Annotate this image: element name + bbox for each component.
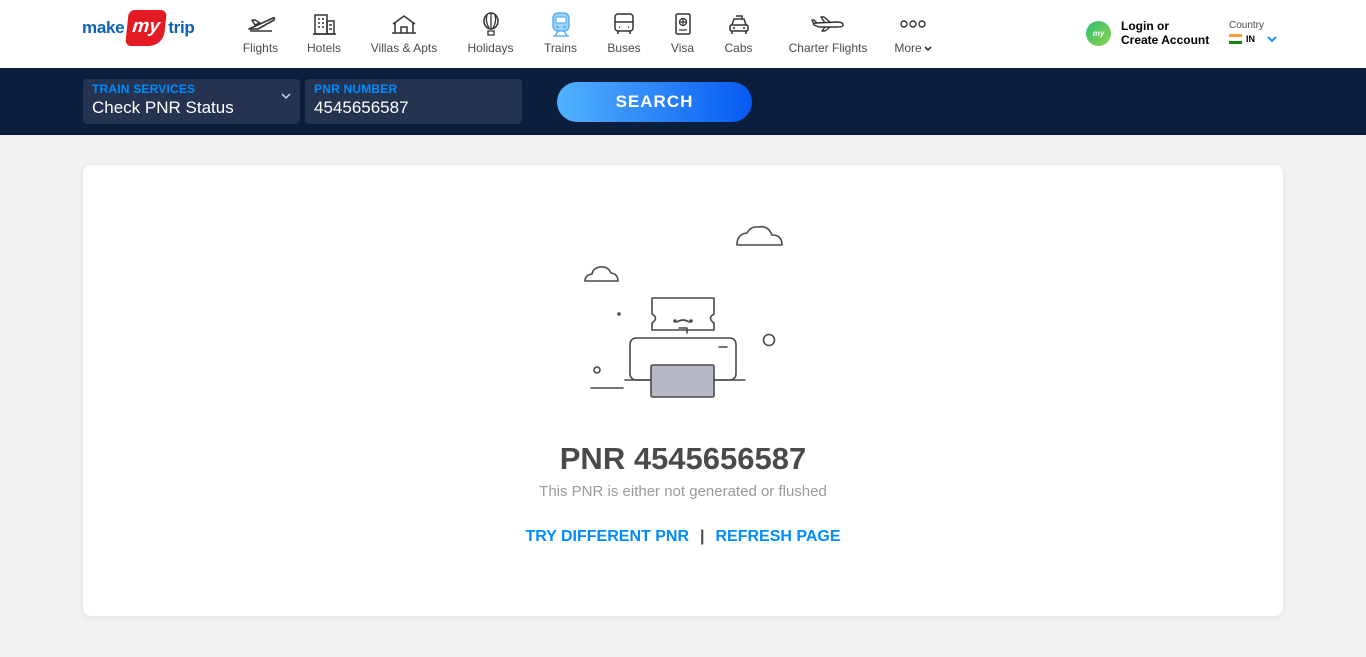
pnr-number-input[interactable]: PNR NUMBER 4545656587 [305, 79, 522, 124]
nav-villas[interactable]: Villas & Apts [359, 0, 449, 68]
search-bar: TRAIN SERVICES Check PNR Status PNR NUMB… [0, 68, 1366, 135]
nav-label: More [894, 41, 922, 55]
train-icon [545, 11, 577, 37]
train-services-dropdown[interactable]: TRAIN SERVICES Check PNR Status [83, 79, 300, 124]
top-header: make my trip Flights Hotels Villas & Apt… [0, 0, 1366, 68]
logo-make: make [82, 18, 125, 37]
login-button[interactable]: my Login or Create Account [1086, 19, 1209, 47]
chevron-down-icon [1267, 35, 1277, 42]
chevron-down-icon [281, 93, 291, 100]
hotel-icon [308, 11, 340, 37]
nav-label: Holidays [467, 41, 514, 55]
nav-label: Visa [670, 41, 695, 55]
login-line2: Create Account [1121, 33, 1210, 47]
nav-trains[interactable]: Trains [532, 0, 589, 68]
nav-label: Buses [607, 41, 641, 55]
nav-label: Charter Flights [788, 41, 868, 55]
nav-label: Cabs [724, 41, 753, 55]
india-flag-icon [1229, 34, 1242, 44]
nav-cabs[interactable]: Cabs [706, 0, 771, 68]
search-button[interactable]: SEARCH [557, 82, 752, 122]
villa-icon [388, 11, 420, 37]
nav-holidays[interactable]: Holidays [449, 0, 532, 68]
pnr-status-message: This PNR is either not generated or flus… [539, 483, 827, 500]
actions-separator: | [700, 528, 705, 545]
pnr-title: PNR 4545656587 [559, 441, 807, 476]
nav-hotels[interactable]: Hotels [289, 0, 359, 68]
country-label: Country [1229, 20, 1265, 31]
nav-charter-flights[interactable]: Charter Flights [771, 0, 885, 68]
charter-flight-icon [810, 11, 846, 37]
nav-label: Villas & Apts [370, 41, 438, 55]
result-card: PNR 4545656587 This PNR is either not ge… [83, 165, 1283, 616]
nav-label: Trains [544, 41, 577, 55]
nav-flights[interactable]: Flights [232, 0, 289, 68]
country-code: IN [1246, 34, 1255, 44]
nav-label: Flights [242, 41, 279, 55]
country-selector[interactable]: Country IN [1229, 20, 1277, 44]
nav-label: Hotels [306, 41, 341, 55]
country-value: IN [1229, 34, 1277, 44]
avatar: my [1086, 20, 1111, 46]
logo-my: my [125, 10, 168, 46]
main-nav: Flights Hotels Villas & Apts Holidays Tr… [232, 0, 941, 68]
field-value: 4545656587 [314, 98, 409, 117]
logo-trip: trip [168, 18, 195, 37]
result-actions: TRY DIFFERENT PNR | REFRESH PAGE [83, 528, 1283, 546]
holiday-icon [475, 11, 507, 37]
field-label: PNR NUMBER [314, 82, 398, 96]
field-value: Check PNR Status [92, 98, 234, 117]
nav-more-label-wrap: More [894, 41, 932, 55]
try-different-pnr-link[interactable]: TRY DIFFERENT PNR [525, 528, 689, 546]
visa-icon [667, 11, 699, 37]
more-icon [897, 11, 929, 37]
chevron-down-icon [924, 46, 932, 52]
makemytrip-logo[interactable]: make my trip [82, 10, 195, 46]
nav-more[interactable]: More [885, 0, 941, 68]
nav-visa[interactable]: Visa [659, 0, 706, 68]
bus-icon [608, 11, 640, 37]
login-text: Login or Create Account [1121, 19, 1209, 47]
flight-icon [245, 11, 277, 37]
login-line1: Login or [1121, 19, 1169, 33]
no-pnr-illustration [584, 225, 783, 398]
nav-buses[interactable]: Buses [589, 0, 659, 68]
cab-icon [723, 11, 755, 37]
refresh-page-link[interactable]: REFRESH PAGE [715, 528, 840, 546]
field-label: TRAIN SERVICES [92, 82, 196, 96]
